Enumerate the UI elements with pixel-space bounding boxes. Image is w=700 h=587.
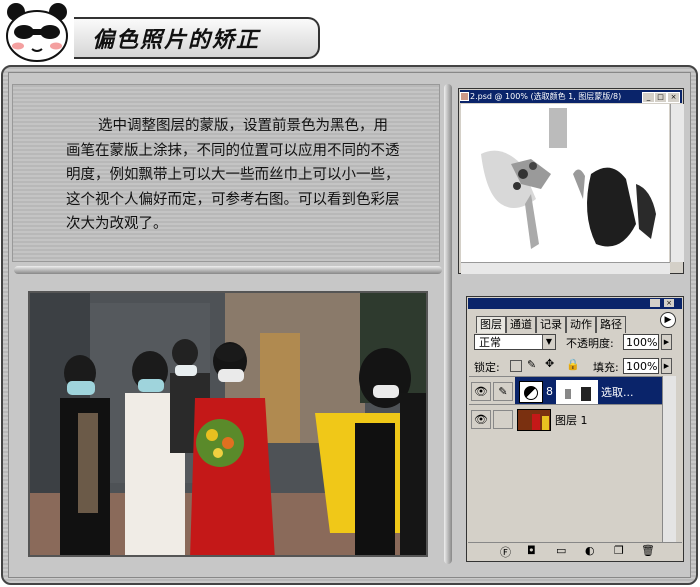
wedding-photo [28, 291, 428, 557]
new-group-icon[interactable]: ▭ [556, 544, 566, 557]
layer-mask-thumbnail[interactable] [556, 380, 598, 404]
palette-tabs: 图层 通道 记录 动作 路径 [476, 313, 626, 333]
photo-illustration [30, 293, 426, 555]
lock-label: 锁定: [474, 361, 500, 374]
tab-actions[interactable]: 动作 [566, 316, 596, 333]
palette-menu-icon[interactable]: ▶ [660, 312, 676, 328]
tab-layers[interactable]: 图层 [476, 316, 506, 333]
new-layer-icon[interactable]: ❐ [614, 544, 624, 557]
horizontal-divider [14, 266, 442, 274]
adjustment-layer-icon[interactable]: ◐ [585, 544, 595, 557]
opacity-label: 不透明度: [566, 337, 614, 350]
lock-move-icon[interactable]: ✥ [545, 357, 554, 370]
tab-history[interactable]: 记录 [536, 316, 566, 333]
vertical-divider [444, 84, 452, 564]
lock-paint-icon[interactable]: ✎ [527, 358, 536, 371]
mask-canvas[interactable] [461, 104, 669, 262]
page-title: 偏色照片的矫正 [92, 28, 261, 53]
opacity-arrow-icon[interactable]: ▶ [661, 334, 672, 350]
layer-name: 选取... [601, 386, 634, 399]
close-icon[interactable]: × [667, 92, 680, 103]
lock-transparency-icon[interactable] [510, 360, 522, 372]
document-title: 2.psd @ 100% (选取颜色 1, 图层蒙版/8) [470, 92, 622, 101]
tab-paths[interactable]: 路径 [596, 316, 626, 333]
add-mask-icon[interactable]: ◘ [527, 544, 536, 557]
maximize-icon[interactable]: □ [654, 92, 667, 103]
eye-icon[interactable]: 👁 [471, 410, 491, 429]
fill-field[interactable]: 100% [623, 358, 659, 374]
brush-icon[interactable]: ✎ [493, 382, 513, 401]
adjustment-icon [519, 381, 543, 403]
tab-channels[interactable]: 通道 [506, 316, 536, 333]
horizontal-scrollbar[interactable] [461, 262, 670, 274]
chevron-down-icon: ▼ [542, 335, 555, 349]
fill-arrow-icon[interactable]: ▶ [661, 358, 672, 374]
lock-all-icon[interactable]: 🔒 [566, 358, 580, 371]
layer-name: 图层 1 [555, 414, 588, 427]
layer-style-icon[interactable]: Ⓕ [500, 544, 511, 560]
eye-icon[interactable]: 👁 [471, 382, 491, 401]
fill-label: 填充: [593, 361, 619, 374]
blend-mode-select[interactable]: 正常 ▼ [474, 334, 556, 350]
layer-link-slot[interactable] [493, 410, 513, 429]
layer-thumbnail [517, 409, 551, 431]
link-icon[interactable]: 8 [546, 385, 553, 398]
palette-close-icon[interactable]: × [664, 299, 674, 307]
instruction-text: 选中调整图层的蒙版，设置前景色为黑色，用画笔在蒙版上涂抹，不同的位置可以应用不同… [66, 118, 400, 232]
opacity-field[interactable]: 100% [623, 334, 659, 350]
blend-mode-value: 正常 [479, 336, 501, 349]
palette-minimize-icon[interactable] [650, 299, 660, 307]
panda-logo [6, 3, 68, 62]
trash-icon[interactable]: 🗑 [641, 544, 655, 557]
layer-row-adjustment[interactable]: 👁 ✎ 8 选取... [469, 376, 662, 405]
mask-preview [461, 104, 669, 262]
vertical-scrollbar[interactable] [670, 104, 684, 262]
layers-scrollbar[interactable] [662, 376, 676, 542]
document-icon [460, 92, 469, 101]
layer-row-image[interactable]: 👁 图层 1 [469, 404, 662, 432]
